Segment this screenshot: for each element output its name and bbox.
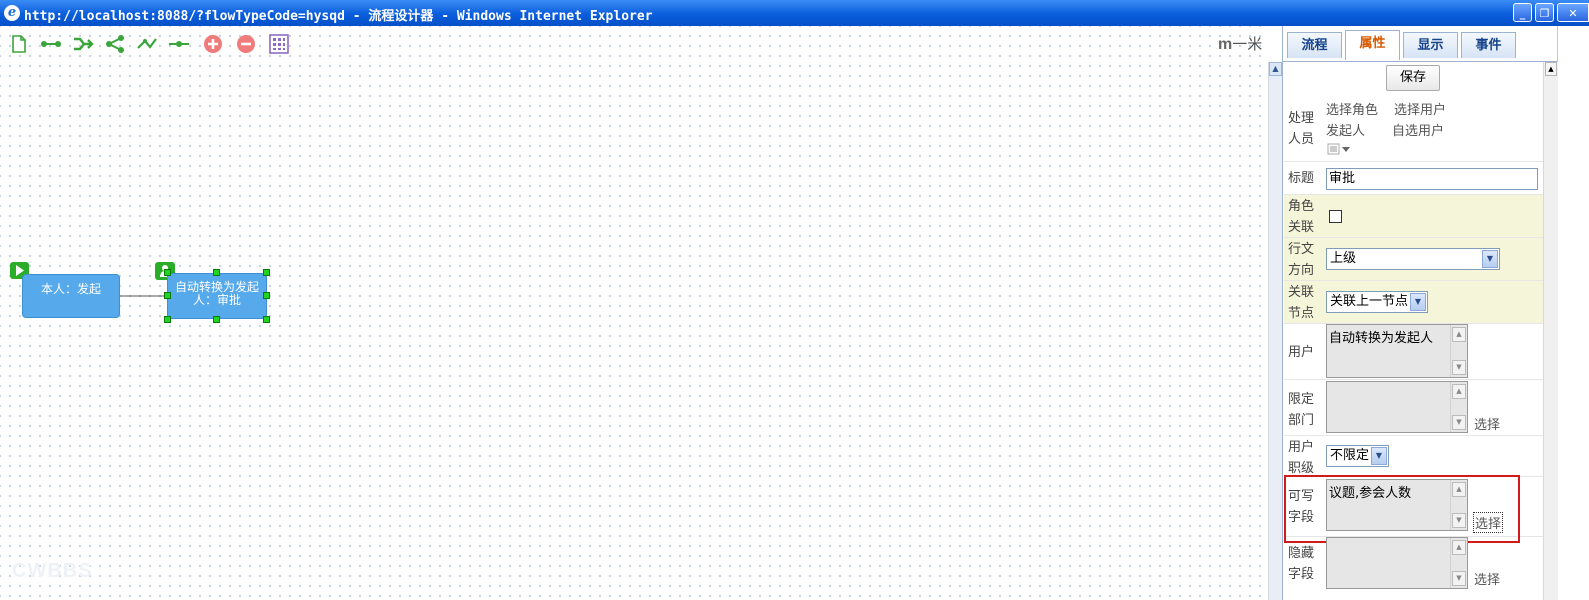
window-titlebar: e http://localhost:8088/?flowTypeCode=hy… (0, 0, 1589, 26)
self-select-user-link[interactable]: 自选用户 (1392, 120, 1444, 139)
flow-node-approve[interactable]: 自动转换为发起人：审批 (167, 273, 267, 319)
textarea-scrollbar[interactable]: ▲ ▼ (1450, 382, 1467, 432)
link-node-label: 关联 节点 (1288, 285, 1315, 321)
resize-handle[interactable] (164, 269, 171, 276)
close-button[interactable]: ✕ (1557, 3, 1589, 22)
chevron-down-icon[interactable]: ▼ (1410, 293, 1426, 311)
minimize-button[interactable]: _ (1513, 3, 1532, 22)
resize-handle[interactable] (263, 269, 270, 276)
connect-icon[interactable] (40, 33, 62, 55)
tab-events[interactable]: 事件 (1461, 32, 1516, 58)
save-button[interactable]: 保存 (1386, 65, 1440, 91)
dept-textarea[interactable]: ▲ ▼ (1326, 381, 1468, 433)
list-dropdown-icon[interactable] (1327, 143, 1353, 159)
link-node-select[interactable]: 关联上一节点 ▼ (1326, 291, 1428, 313)
panel-scrollbar[interactable]: ▲ (1543, 62, 1558, 600)
direction-select[interactable]: 上级 ▼ (1326, 248, 1500, 270)
canvas-scrollbar[interactable]: ▲ (1268, 62, 1282, 600)
add-icon[interactable] (202, 33, 224, 55)
textarea-scrollbar[interactable]: ▲ ▼ (1450, 538, 1467, 588)
scroll-up-icon[interactable]: ▲ (1545, 62, 1557, 76)
line-icon[interactable] (168, 33, 190, 55)
dept-select-link[interactable]: 选择 (1474, 414, 1500, 433)
cross-icon[interactable] (136, 33, 158, 55)
remove-icon[interactable] (235, 33, 257, 55)
window-title: http://localhost:8088/?flowTypeCode=hysq… (24, 9, 653, 24)
tab-properties[interactable]: 属性 (1345, 30, 1400, 60)
tab-flow[interactable]: 流程 (1287, 32, 1342, 58)
grid-icon[interactable] (268, 33, 290, 55)
brand-logo: m一米 (1218, 36, 1263, 53)
resize-handle[interactable] (164, 316, 171, 323)
handler-label: 处理 人员 (1288, 111, 1315, 147)
direction-label: 行文 方向 (1288, 242, 1315, 278)
hidden-fields-textarea[interactable]: ▲ ▼ (1326, 537, 1468, 589)
hidden-fields-label: 隐藏 字段 (1288, 546, 1315, 582)
tab-display[interactable]: 显示 (1403, 32, 1458, 58)
flow-node-label: 自动转换为发起人：审批 (174, 280, 259, 307)
user-value: 自动转换为发起人 (1329, 331, 1434, 346)
user-textarea[interactable]: 自动转换为发起人 ▲ ▼ (1326, 324, 1468, 378)
role-link-label: 角色 关联 (1288, 199, 1315, 235)
select-user-link[interactable]: 选择用户 (1394, 99, 1446, 118)
rank-row: 用户 职级 (1284, 436, 1543, 477)
flow-node-start[interactable]: 本人：发起 (22, 274, 120, 318)
resize-handle[interactable] (263, 292, 270, 299)
watermark: CWBBS (12, 560, 93, 582)
title-label: 标题 (1288, 171, 1315, 186)
highlight-box (1284, 475, 1520, 543)
direction-value: 上级 (1330, 251, 1357, 266)
initiator-link[interactable]: 发起人 (1326, 120, 1365, 139)
ie-icon: e (4, 5, 20, 21)
dept-label: 限定 部门 (1288, 392, 1315, 428)
restore-button[interactable]: ❐ (1535, 3, 1554, 22)
role-link-checkbox[interactable] (1329, 210, 1342, 223)
textarea-scrollbar[interactable]: ▲ ▼ (1450, 325, 1467, 377)
chevron-down-icon[interactable]: ▼ (1482, 250, 1498, 268)
user-label: 用户 (1288, 345, 1315, 360)
select-role-link[interactable]: 选择角色 (1326, 99, 1378, 118)
flow-connector[interactable] (118, 292, 170, 300)
resize-handle[interactable] (164, 292, 171, 299)
rank-label: 用户 职级 (1288, 440, 1315, 476)
title-input[interactable]: 审批 (1326, 168, 1538, 190)
resize-handle[interactable] (213, 316, 220, 323)
branch-icon[interactable] (104, 33, 126, 55)
merge-icon[interactable] (72, 33, 94, 55)
rank-select[interactable]: 不限定 ▼ (1326, 445, 1389, 467)
role-link-row: 角色 关联 (1284, 195, 1543, 238)
resize-handle[interactable] (263, 316, 270, 323)
panel-tabs: 流程 属性 显示 事件 (1283, 26, 1589, 62)
resize-handle[interactable] (213, 269, 220, 276)
chevron-down-icon[interactable]: ▼ (1371, 447, 1387, 465)
scroll-up-icon[interactable]: ▲ (1269, 62, 1282, 76)
window-right-edge (1557, 26, 1589, 600)
brand-logo-text: 一米 (1232, 36, 1263, 53)
rank-value: 不限定 (1330, 448, 1370, 463)
link-node-value: 关联上一节点 (1330, 294, 1409, 309)
flow-node-label: 本人：发起 (40, 282, 101, 296)
new-doc-icon[interactable] (8, 33, 30, 55)
hidden-fields-select-link[interactable]: 选择 (1474, 569, 1500, 588)
